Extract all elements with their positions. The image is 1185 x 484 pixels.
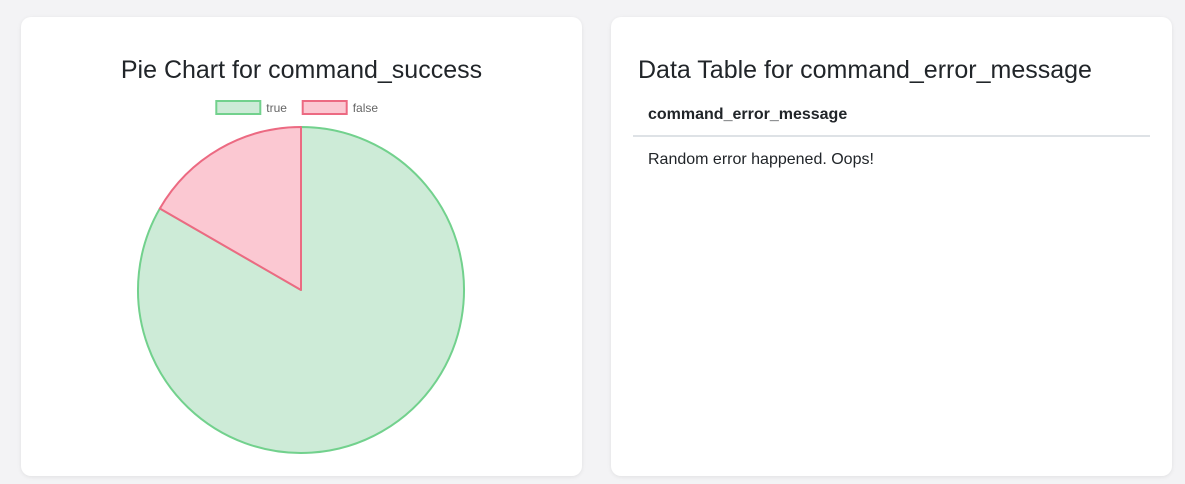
legend-label: true	[266, 101, 287, 115]
pie-chart: true false	[137, 100, 465, 454]
data-table-title: Data Table for command_error_message	[638, 56, 1092, 84]
legend-item-true[interactable]: true	[215, 100, 287, 115]
table-header-row: command_error_message	[633, 99, 1150, 137]
legend-swatch	[301, 100, 348, 115]
table-cell: Random error happened. Oops!	[648, 151, 874, 168]
data-table-card: Data Table for command_error_message com…	[611, 17, 1172, 476]
data-table: command_error_message Random error happe…	[633, 99, 1150, 177]
dashboard: Pie Chart for command_success true false …	[0, 0, 1185, 484]
legend-label: false	[353, 101, 379, 115]
legend-item-false[interactable]: false	[301, 100, 379, 115]
pie-chart-card: Pie Chart for command_success true false	[21, 17, 582, 476]
legend-swatch	[215, 100, 262, 115]
column-header-command-error-message[interactable]: command_error_message	[633, 99, 1150, 137]
table-row: Random error happened. Oops!	[633, 136, 1150, 177]
